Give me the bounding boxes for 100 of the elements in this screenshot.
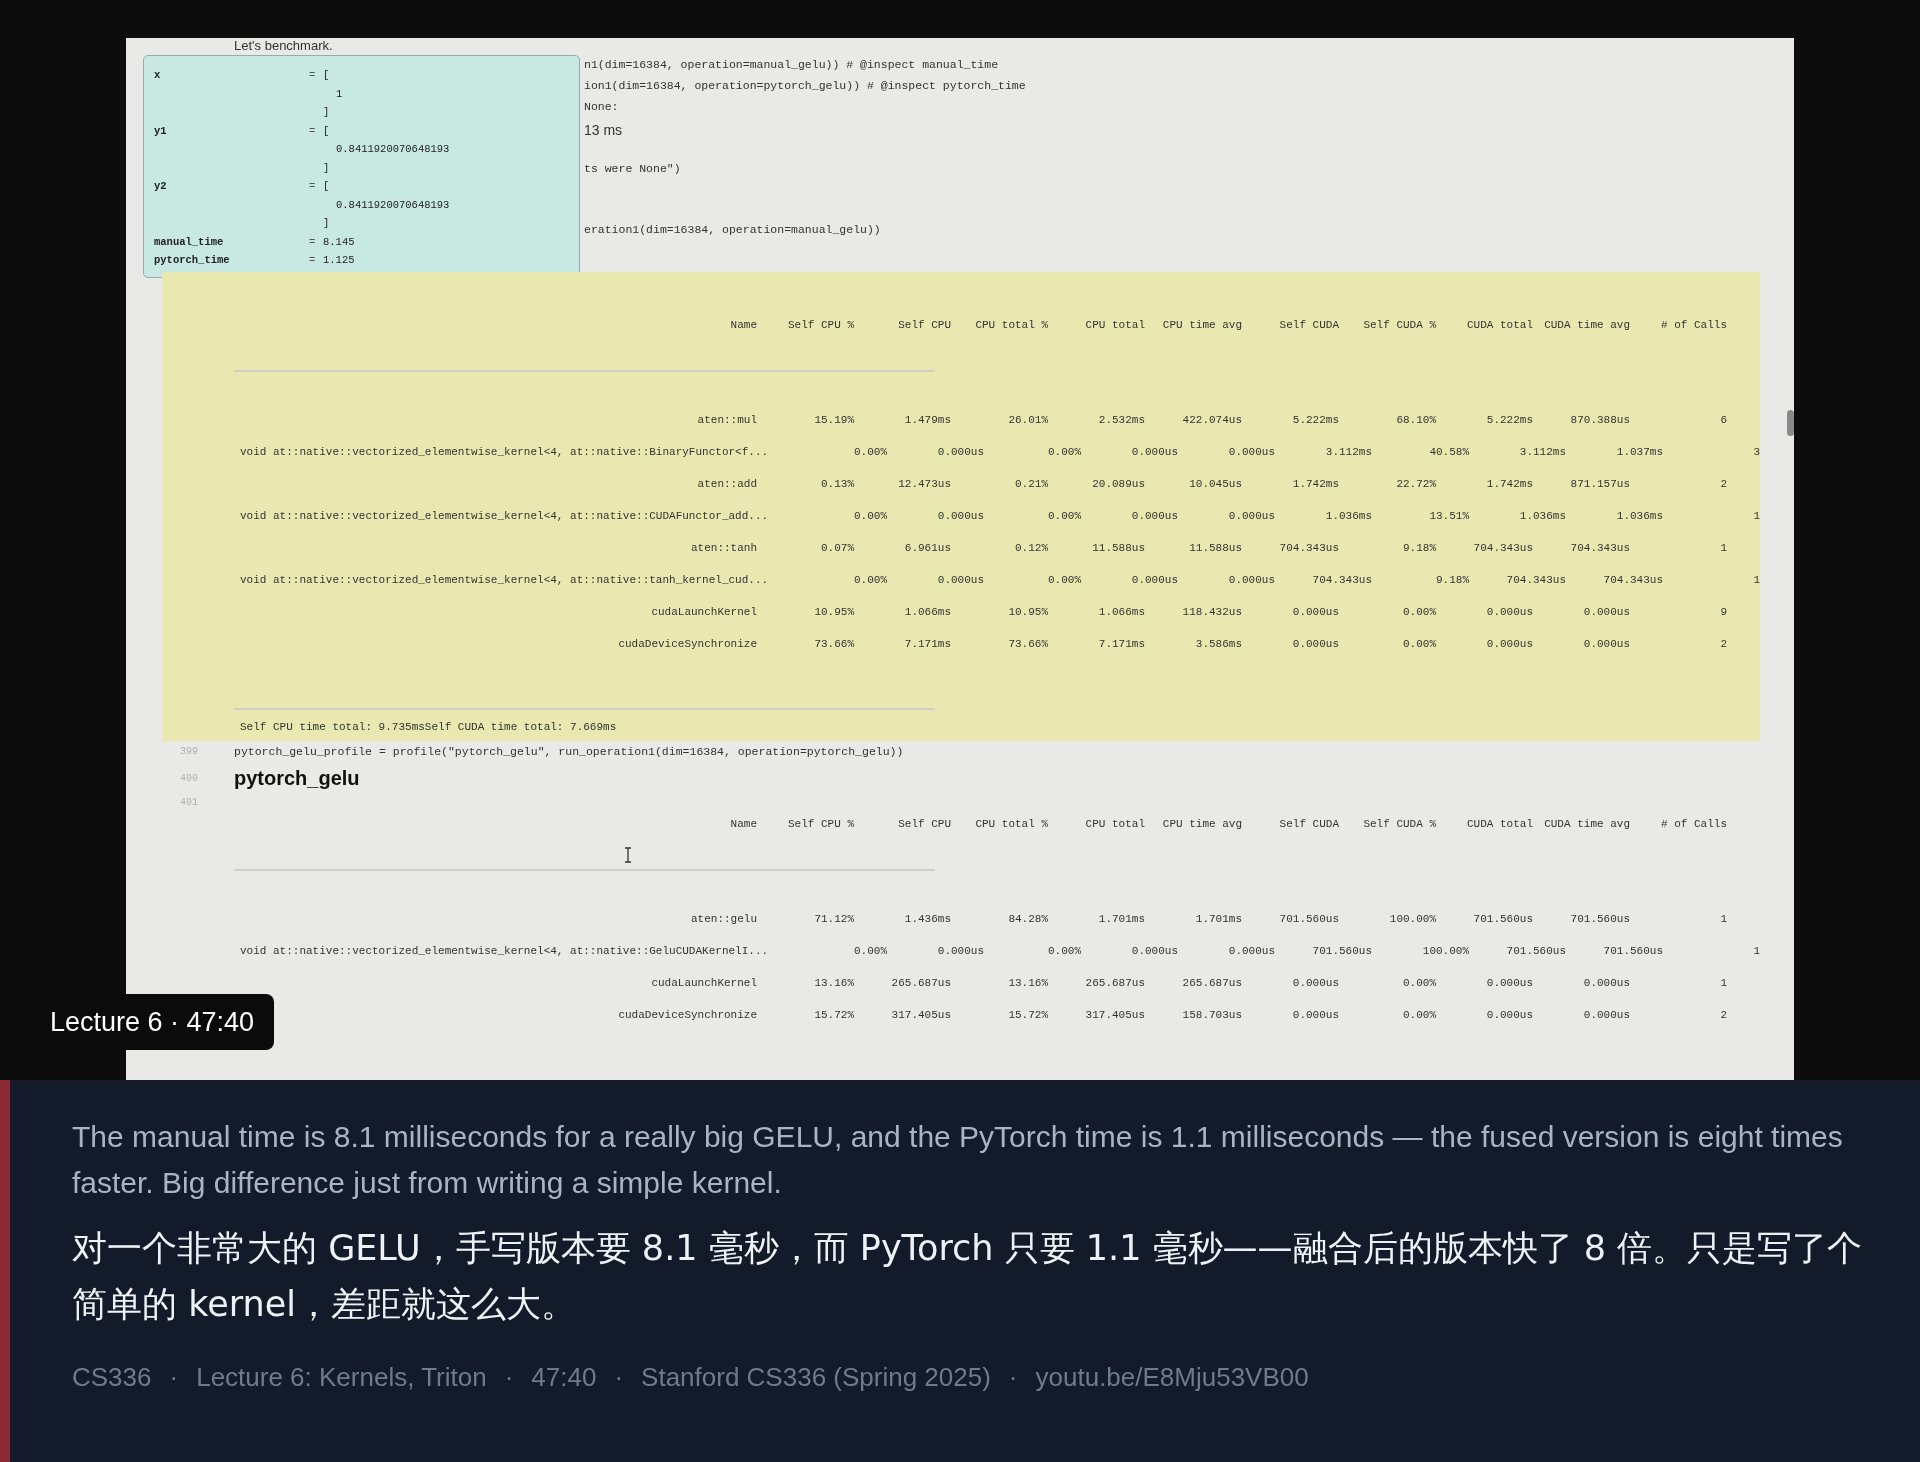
- section-heading: pytorch_gelu: [234, 766, 360, 790]
- code-line: ion1(dim=16384, operation=pytorch_gelu)) # @inspect pytorch_time: [584, 78, 1026, 94]
- table-cell-text: 12.473us: [897, 478, 951, 490]
- table-cell-text: 0.12%: [1014, 542, 1048, 554]
- table-cell-text: 0.000us: [1130, 574, 1178, 586]
- table-cell-text: 0.00%: [853, 574, 887, 586]
- table-cell-text: 0.000us: [1291, 606, 1339, 618]
- table-cell-text: 1.742ms: [1291, 478, 1339, 490]
- table-cell-text: cudaLaunchKernel: [650, 606, 757, 618]
- table-cell-text: aten::tanh: [690, 542, 757, 554]
- table-cell-text: 0.000us: [1227, 574, 1275, 586]
- table-cell-text: 701.560us: [1505, 945, 1566, 957]
- table-cell-text: 0.000us: [1485, 1009, 1533, 1021]
- table-cell-text: 0.000us: [1227, 945, 1275, 957]
- code-line: ts were None"): [584, 161, 681, 177]
- table-cell-text: 1: [1719, 542, 1727, 554]
- table-cell-text: 704.343us: [1569, 542, 1630, 554]
- code-line: eration1(dim=16384, operation=manual_gelu)): [584, 222, 881, 238]
- table-cell-text: void at::native::vectorized_elementwise_kernel<4, at::native::tanh_kernel_cud...: [240, 574, 770, 586]
- equals-sign: =: [309, 68, 316, 83]
- column-header: Self CUDA: [1278, 319, 1339, 331]
- meta-text: Stanford CS336 (Spring 2025): [641, 1362, 991, 1393]
- table-cell-text: 1.742ms: [1485, 478, 1533, 490]
- variable-value: 1: [336, 86, 343, 102]
- table-cell-text: 0.000us: [1485, 977, 1533, 989]
- column-header: CUDA total: [1466, 319, 1533, 331]
- table-cell-text: 704.343us: [1472, 542, 1533, 554]
- table-cell-text: 1.479ms: [903, 414, 951, 426]
- table-cell-text: void at::native::vectorized_elementwise_kernel<4, at::native::GeluCUDAKernelI...: [240, 945, 770, 957]
- meta-text: CS336: [72, 1362, 152, 1393]
- table-cell-text: 0.000us: [1130, 945, 1178, 957]
- column-header: Name: [729, 818, 757, 830]
- table-cell-text: 701.560us: [1472, 913, 1533, 925]
- column-header: Self CPU %: [787, 818, 854, 830]
- column-header: Self CPU %: [787, 319, 854, 331]
- table-cell-text: 704.343us: [1278, 542, 1339, 554]
- column-header: Self CUDA: [1278, 818, 1339, 830]
- table-cell-text: 26.01%: [1007, 414, 1048, 426]
- scrollbar-thumb[interactable]: [1787, 410, 1794, 436]
- line-number: 401: [179, 796, 198, 808]
- table-cell-text: 0.00%: [853, 510, 887, 522]
- table-cell-text: 701.560us: [1278, 913, 1339, 925]
- table-cell-text: 701.560us: [1311, 945, 1372, 957]
- table-cell-text: 1.436ms: [903, 913, 951, 925]
- table-cell-text: 1: [1752, 574, 1760, 586]
- table-cell-text: 0.07%: [820, 542, 854, 554]
- column-header: Self CUDA %: [1362, 319, 1436, 331]
- table-cell-text: 10.95%: [813, 606, 854, 618]
- table-cell-text: 1.701ms: [1097, 913, 1145, 925]
- caption-translation: 对一个非常大的 GELU，手写版本要 8.1 毫秒，而 PyTorch 只要 1.1 毫秒——融合后的版本快了 8 倍。只是写了个简单的 kernel，差距就这么大。: [72, 1227, 1864, 1326]
- variable-name: y1: [154, 123, 167, 139]
- table-cell-text: 11.588us: [1091, 542, 1145, 554]
- table-cell-text: 0.00%: [1402, 638, 1436, 650]
- column-header: # of Calls: [1660, 818, 1727, 830]
- table-cell-text: 704.343us: [1505, 574, 1566, 586]
- table-cell-text: 73.66%: [813, 638, 854, 650]
- table-cell-text: 871.157us: [1569, 478, 1630, 490]
- table-cell-text: 84.28%: [1007, 913, 1048, 925]
- table-cell-text: 0.000us: [936, 510, 984, 522]
- table-cell-text: 0.21%: [1014, 478, 1048, 490]
- line-number: 399: [179, 745, 198, 757]
- table-cell-text: 0.000us: [1582, 1009, 1630, 1021]
- table-cell-text: 704.343us: [1311, 574, 1372, 586]
- table-cell-text: 0.00%: [1047, 446, 1081, 458]
- meta-text: Lecture 6: Kernels, Triton: [196, 1362, 487, 1393]
- code-line: None:: [584, 99, 619, 115]
- table-cell-text: 0.00%: [853, 446, 887, 458]
- table-cell-text: 265.687us: [890, 977, 951, 989]
- column-header: CPU time avg: [1161, 818, 1242, 830]
- table-cell-text: 265.687us: [1181, 977, 1242, 989]
- table-cell-text: 13.16%: [1007, 977, 1048, 989]
- table-cell-text: void at::native::vectorized_elementwise_kernel<4, at::native::BinaryFunctor<f...: [240, 446, 770, 458]
- variable-value: 0.8411920070648193: [336, 142, 450, 157]
- column-header: CPU total: [1084, 319, 1145, 331]
- table-cell-text: 0.00%: [1402, 977, 1436, 989]
- video-link[interactable]: youtu.be/E8Mju53VB00: [1035, 1362, 1309, 1393]
- table-cell-text: 100.00%: [1421, 945, 1469, 957]
- table-cell-text: 0.000us: [1291, 1009, 1339, 1021]
- table-cell-text: 701.560us: [1602, 945, 1663, 957]
- table-cell-text: 1.036ms: [1324, 510, 1372, 522]
- table-cell-text: 0.000us: [1130, 446, 1178, 458]
- table-cell-text: 704.343us: [1602, 574, 1663, 586]
- column-header: CUDA time avg: [1543, 818, 1630, 830]
- table-cell-text: 22.72%: [1395, 478, 1436, 490]
- table-cell-text: 0.000us: [936, 945, 984, 957]
- meta-text: 47:40: [531, 1362, 597, 1393]
- table-cell-text: 1: [1719, 977, 1727, 989]
- table-cell-text: 15.72%: [1007, 1009, 1048, 1021]
- column-header: CPU total %: [974, 818, 1048, 830]
- equals-sign: =: [309, 253, 316, 268]
- table-cell-text: cudaLaunchKernel: [650, 977, 757, 989]
- table-cell-text: aten::add: [696, 478, 757, 490]
- table-cell-text: 0.00%: [853, 945, 887, 957]
- table-cell-text: cudaDeviceSynchronize: [617, 1009, 757, 1021]
- table-cell-text: 0.00%: [1047, 945, 1081, 957]
- table-cell-text: 0.00%: [1047, 574, 1081, 586]
- table-cell-text: 2: [1719, 478, 1727, 490]
- table-cell-text: 3.586ms: [1194, 638, 1242, 650]
- table-cell-text: 0.000us: [1130, 510, 1178, 522]
- table-cell-text: 40.58%: [1428, 446, 1469, 458]
